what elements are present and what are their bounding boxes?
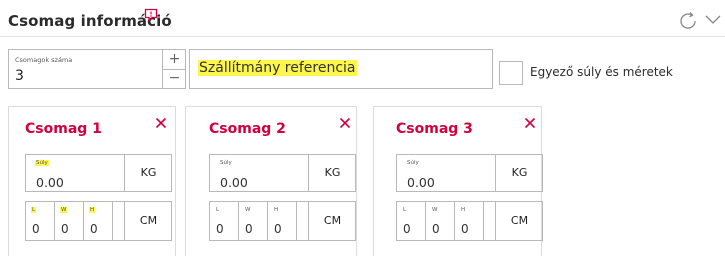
width-label: W: [432, 207, 438, 213]
shipment-reference-input[interactable]: Szállítmány referencia: [189, 49, 493, 89]
height-label: H: [461, 207, 466, 213]
weight-value[interactable]: 0.00: [407, 175, 435, 190]
weight-label: Súly: [220, 160, 232, 166]
width-value[interactable]: 0: [245, 222, 253, 236]
dimension-unit: CM: [308, 202, 356, 240]
width-value[interactable]: 0: [432, 222, 440, 236]
quantity-stepper: + −: [162, 50, 186, 88]
weight-value[interactable]: 0.00: [220, 175, 248, 190]
dimensions-field: L 0 W 0 H 0 CM: [209, 201, 356, 241]
dimension-unit: CM: [124, 202, 172, 240]
height-value[interactable]: 0: [274, 222, 282, 236]
close-icon[interactable]: [155, 117, 167, 129]
increment-button[interactable]: +: [163, 50, 186, 70]
length-label: L: [216, 207, 220, 213]
same-weight-label: Egyező súly és méretek: [530, 65, 673, 79]
dimension-unit: CM: [495, 202, 543, 240]
close-icon[interactable]: [524, 117, 536, 129]
weight-field[interactable]: Súly 0.00 KG: [396, 154, 543, 192]
length-field[interactable]: L 0: [397, 202, 426, 240]
width-label: W: [60, 207, 68, 213]
close-icon[interactable]: [339, 117, 351, 129]
decrement-button[interactable]: −: [163, 69, 186, 88]
header-divider: [0, 36, 725, 37]
height-value[interactable]: 0: [461, 222, 469, 236]
width-value[interactable]: 0: [61, 222, 69, 236]
shipment-reference-text: Szállítmány referencia: [198, 60, 357, 76]
package-count-value[interactable]: 3: [15, 68, 24, 84]
length-field[interactable]: L 0: [26, 202, 55, 240]
package-card: Csomag 3 Súly 0.00 KG L 0 W 0 H 0 CM: [373, 106, 543, 256]
weight-label: Súly: [35, 160, 49, 166]
dimensions-field: L 0 W 0 H 0 CM: [396, 201, 543, 241]
length-value[interactable]: 0: [32, 222, 40, 236]
refresh-icon[interactable]: [676, 9, 700, 33]
length-value[interactable]: 0: [403, 222, 411, 236]
dimensions-field: L 0 W 0 H 0 CM: [25, 201, 172, 241]
comment-icon: [144, 8, 158, 22]
weight-unit: KG: [308, 155, 356, 191]
package-card: Csomag 2 Súly 0.00 KG L 0 W 0 H 0 CM: [185, 106, 357, 256]
package-count-field[interactable]: Csomagok száma 3 + −: [8, 49, 186, 89]
package-title: Csomag 2: [209, 121, 286, 137]
weight-unit: KG: [124, 155, 172, 191]
package-card: Csomag 1 Súly 0.00 KG L 0 W 0 H 0 CM: [8, 106, 176, 256]
height-field[interactable]: H 0: [268, 202, 297, 240]
length-field[interactable]: L 0: [210, 202, 239, 240]
weight-label: Súly: [407, 160, 419, 166]
chevron-down-icon[interactable]: [704, 14, 722, 26]
package-title: Csomag 3: [396, 121, 473, 137]
package-title: Csomag 1: [25, 121, 102, 137]
weight-unit: KG: [495, 155, 543, 191]
length-label: L: [31, 207, 37, 213]
height-field[interactable]: H 0: [455, 202, 484, 240]
width-field[interactable]: W 0: [426, 202, 455, 240]
weight-field[interactable]: Súly 0.00 KG: [209, 154, 356, 192]
weight-value[interactable]: 0.00: [36, 175, 64, 190]
weight-field[interactable]: Súly 0.00 KG: [25, 154, 172, 192]
height-field[interactable]: H 0: [84, 202, 113, 240]
same-weight-checkbox[interactable]: [499, 61, 523, 85]
length-label: L: [403, 207, 407, 213]
height-label: H: [274, 207, 279, 213]
height-label: H: [89, 207, 96, 213]
width-label: W: [245, 207, 251, 213]
package-count-label: Csomagok száma: [15, 56, 73, 64]
height-value[interactable]: 0: [90, 222, 98, 236]
width-field[interactable]: W 0: [55, 202, 84, 240]
width-field[interactable]: W 0: [239, 202, 268, 240]
length-value[interactable]: 0: [216, 222, 224, 236]
